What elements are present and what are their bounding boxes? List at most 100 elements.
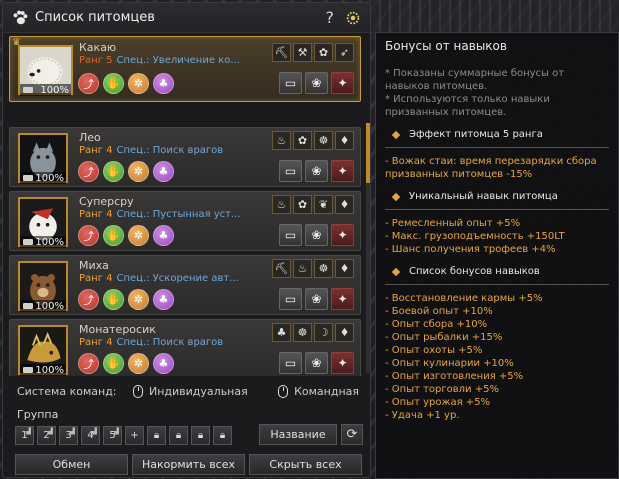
fishing-action-button[interactable]: ⤴ xyxy=(78,225,99,246)
add-group-button[interactable]: + xyxy=(125,426,144,445)
group-slot-2[interactable]: 2 ▟ xyxy=(37,426,56,445)
lock-icon[interactable]: 🔒︎ xyxy=(213,426,232,445)
feed-all-button[interactable]: Накормить всех xyxy=(132,454,245,475)
loot-button[interactable]: ✦ xyxy=(331,160,354,182)
command-system: Система команд: Индивидуальная Командная xyxy=(9,381,363,401)
command-label: Система команд: xyxy=(17,384,117,398)
fishing-action-button[interactable]: ⤴ xyxy=(78,161,99,182)
health-icon xyxy=(23,367,33,373)
gear-action-button[interactable]: ✲ xyxy=(128,289,149,310)
pet-actions: ⤴ ✋ ✲ ♣ xyxy=(78,161,174,182)
gear-action-button[interactable]: ✲ xyxy=(128,161,149,182)
gather-action-button[interactable]: ✋ xyxy=(103,161,124,182)
pet-name: Суперсру xyxy=(79,195,134,208)
lock-icon[interactable]: 🔒︎ xyxy=(169,426,188,445)
paw-button[interactable]: ❀ xyxy=(305,352,328,374)
paw-button[interactable]: ❀ xyxy=(305,72,328,94)
bow-skill-icon: ➶ xyxy=(335,43,354,62)
gear-action-button[interactable]: ✲ xyxy=(128,225,149,246)
unique-skill-list: - Ремесленный опыт +5% - Макс. грузоподъ… xyxy=(385,217,609,256)
feed-action-button[interactable]: ♣ xyxy=(153,161,174,182)
fishing-action-button[interactable]: ⤴ xyxy=(78,353,99,374)
diamond-icon xyxy=(391,130,401,139)
paw-button[interactable]: ❀ xyxy=(305,160,328,182)
wheel-skill-icon: ☸ xyxy=(293,323,312,342)
pet-spec: Спец.: Ускорение авт... xyxy=(116,273,239,284)
skill-icons: ♣ ☸ ☽ ♦ xyxy=(272,323,354,342)
summon-toggle-button[interactable]: ▭ xyxy=(279,352,302,374)
gear-icon[interactable] xyxy=(344,9,362,27)
pet-list-scrollbar[interactable] xyxy=(366,123,370,373)
lock-icon[interactable]: 🔒︎ xyxy=(191,426,210,445)
bonus-line: - Опыт урожая +5% xyxy=(385,397,491,408)
exchange-button[interactable]: Обмен xyxy=(15,454,128,475)
loot-button[interactable]: ✦ xyxy=(331,352,354,374)
refresh-icon[interactable]: ⟳ xyxy=(341,424,363,445)
pet-card[interactable]: 100% Монатеросик Ранг 4 Спец.: Поиск враг… xyxy=(9,319,361,376)
paw-button[interactable]: ❀ xyxy=(305,288,328,310)
gather-action-button[interactable]: ✋ xyxy=(103,353,124,374)
bonus-line: - Боевой опыт +10% xyxy=(385,306,493,317)
pet-card[interactable]: ♛ 100% Какаю Ранг 5 Спец.: Увеличение ко.… xyxy=(9,36,361,102)
wheel-skill-icon: ☸ xyxy=(314,131,333,150)
pet-name: Лео xyxy=(79,131,101,144)
loot-button[interactable]: ✦ xyxy=(331,288,354,310)
feed-action-button[interactable]: ♣ xyxy=(153,289,174,310)
health-icon xyxy=(23,303,33,309)
group-slot-5[interactable]: 5 ▟ xyxy=(103,426,122,445)
potion-skill-icon: ♦ xyxy=(335,259,354,278)
summon-toggle-button[interactable]: ▭ xyxy=(279,160,302,182)
pet-tools: ▭ ❀ ✦ xyxy=(279,72,354,94)
pet-card[interactable]: 100% Миха Ранг 4 Спец.: Ускорение авт... … xyxy=(9,255,361,315)
bonus-line: - Опыт охоты +5% xyxy=(385,345,483,356)
fishing-action-button[interactable]: ⤴ xyxy=(78,289,99,310)
summon-toggle-button[interactable]: ▭ xyxy=(279,224,302,246)
window-header[interactable]: Список питомцев ? xyxy=(3,3,370,33)
gear-action-button[interactable]: ✲ xyxy=(128,353,149,374)
pet-spec: Спец.: Поиск врагов xyxy=(116,337,224,348)
sort-by-name-button[interactable]: Название xyxy=(259,424,337,445)
paw-button[interactable]: ❀ xyxy=(305,224,328,246)
command-individual-option[interactable]: Индивидуальная xyxy=(133,384,248,398)
window-title: Список питомцев xyxy=(35,10,155,25)
command-team-option[interactable]: Командная xyxy=(278,384,359,398)
pet-card[interactable]: 100% Суперсру Ранг 4 Спец.: Пустынная уст… xyxy=(9,191,361,251)
hide-all-button[interactable]: Скрыть всех xyxy=(249,454,362,475)
herb-skill-icon: ✿ xyxy=(293,195,312,214)
scroll-thumb[interactable] xyxy=(366,123,370,183)
gather-action-button[interactable]: ✋ xyxy=(103,73,124,94)
loot-button[interactable]: ✦ xyxy=(331,224,354,246)
pet-name: Какаю xyxy=(79,41,117,54)
skill-icons: ⛏ ⚒ ✿ ➶ xyxy=(272,43,354,62)
gear-action-button[interactable]: ✲ xyxy=(128,73,149,94)
pet-card[interactable]: 100% Лео Ранг 4 Спец.: Поиск врагов ⤴ ✋ ✲… xyxy=(9,127,361,187)
feed-action-button[interactable]: ♣ xyxy=(153,225,174,246)
group-label: Группа xyxy=(17,408,59,421)
herb-skill-icon: ✿ xyxy=(314,43,333,62)
bonus-line: - Вожак стаи: время перезарядки сбора пр… xyxy=(385,156,597,180)
loot-button[interactable]: ✦ xyxy=(331,72,354,94)
gather-action-button[interactable]: ✋ xyxy=(103,225,124,246)
feed-action-button[interactable]: ♣ xyxy=(153,73,174,94)
gather-action-button[interactable]: ✋ xyxy=(103,289,124,310)
pickaxe-skill-icon: ⛏ xyxy=(272,43,291,62)
pet-tools: ▭ ❀ ✦ xyxy=(279,224,354,246)
group-slot-3[interactable]: 3 ▟ xyxy=(59,426,78,445)
bonus-line: - Опыт рыбалки +15% xyxy=(385,332,503,343)
lock-icon[interactable]: 🔒︎ xyxy=(147,426,166,445)
group-slot-4[interactable]: 4 ▟ xyxy=(81,426,100,445)
summon-toggle-button[interactable]: ▭ xyxy=(279,72,302,94)
command-team-label: Командная xyxy=(294,384,359,398)
potion-skill-icon: ♦ xyxy=(335,131,354,150)
summon-toggle-button[interactable]: ▭ xyxy=(279,288,302,310)
skill-bonus-panel: Бонусы от навыков * Показаны суммарные б… xyxy=(375,32,619,479)
potion-skill-icon: ♦ xyxy=(335,195,354,214)
group-slot-1[interactable]: 1 ▟ xyxy=(15,426,34,445)
feed-action-button[interactable]: ♣ xyxy=(153,353,174,374)
help-button[interactable]: ? xyxy=(326,8,335,27)
mouse-icon xyxy=(133,384,143,398)
health-icon xyxy=(23,175,33,181)
wheel-skill-icon: ☸ xyxy=(314,259,333,278)
hp-value: 100% xyxy=(35,364,64,376)
fishing-action-button[interactable]: ⤴ xyxy=(78,73,99,94)
